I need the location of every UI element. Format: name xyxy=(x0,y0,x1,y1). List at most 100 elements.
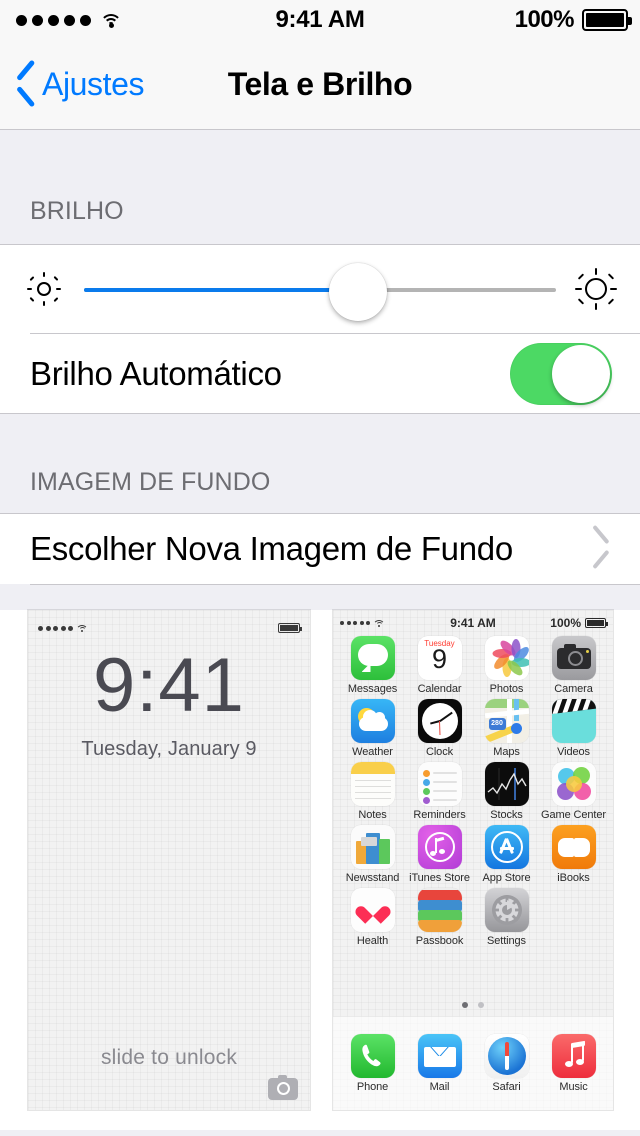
app-label: Health xyxy=(356,935,389,947)
messages-icon xyxy=(350,636,395,680)
maps-route-number: 280 xyxy=(488,718,506,730)
app-label: Calendar xyxy=(417,683,462,695)
brightness-slider[interactable] xyxy=(84,263,556,321)
lock-preview-status-bar xyxy=(28,618,310,638)
app-icon-reminders[interactable]: Reminders xyxy=(406,762,473,821)
app-icon-game-center[interactable]: Game Center xyxy=(540,762,607,821)
lock-preview-time: 9:41 xyxy=(93,643,245,728)
app-icon-ibooks[interactable]: iBooks xyxy=(540,825,607,884)
row-separator xyxy=(30,584,640,585)
game-center-icon xyxy=(551,762,596,806)
choose-new-wallpaper-row[interactable]: Escolher Nova Imagem de Fundo xyxy=(0,514,640,584)
auto-brightness-label: Brilho Automático xyxy=(30,355,282,392)
camera-icon xyxy=(551,636,596,680)
app-label: Safari xyxy=(492,1081,521,1093)
home-screen-preview[interactable]: 9:41 AM 100% Messages Tuesday 9 Calendar xyxy=(333,610,613,1110)
status-bar-right: 100% xyxy=(515,0,632,40)
slider-fill xyxy=(84,288,358,292)
app-icon-camera[interactable]: Camera xyxy=(540,636,607,695)
wifi-icon xyxy=(76,624,88,633)
videos-icon xyxy=(551,699,596,743)
itunes-store-icon xyxy=(417,825,462,869)
app-label: Settings xyxy=(487,935,526,947)
app-label: Game Center xyxy=(541,809,606,821)
dock-icon-music[interactable]: Music xyxy=(551,1034,596,1093)
page-indicator-dots[interactable] xyxy=(333,1002,613,1008)
app-icon-weather[interactable]: Weather xyxy=(339,699,406,758)
wallpaper-group: Escolher Nova Imagem de Fundo xyxy=(0,513,640,585)
home-preview-status-bar: 9:41 AM 100% xyxy=(333,615,613,631)
app-icon-stocks[interactable]: Stocks xyxy=(473,762,540,821)
app-icon-photos[interactable]: Photos xyxy=(473,636,540,695)
status-bar: 9:41 AM 100% xyxy=(0,0,640,40)
dock-icon-mail[interactable]: Mail xyxy=(417,1034,462,1093)
music-icon xyxy=(551,1034,596,1078)
weather-icon xyxy=(350,699,395,743)
newsstand-icon xyxy=(350,825,395,869)
app-icon-newsstand[interactable]: Newsstand xyxy=(339,825,406,884)
app-label: Messages xyxy=(347,683,398,695)
page-dot-active xyxy=(462,1002,468,1008)
page-dot xyxy=(478,1002,484,1008)
app-label: Stocks xyxy=(490,809,523,821)
app-label: Weather xyxy=(352,746,393,758)
app-icon-messages[interactable]: Messages xyxy=(339,636,406,695)
app-label: Photos xyxy=(489,683,524,695)
app-icon-passbook[interactable]: Passbook xyxy=(406,888,473,947)
brightness-group: Brilho Automático xyxy=(0,244,640,414)
dock-icon-safari[interactable]: Safari xyxy=(484,1034,529,1093)
app-label: Newsstand xyxy=(345,872,400,884)
dock-icon-phone[interactable]: Phone xyxy=(350,1034,395,1093)
app-icon-settings[interactable]: Settings xyxy=(473,888,540,947)
home-preview-clock: 9:41 AM xyxy=(450,616,496,630)
clock-icon xyxy=(417,699,462,743)
app-label: Music xyxy=(559,1081,588,1093)
maps-icon: 280 xyxy=(484,699,529,743)
wallpaper-section-header-label: IMAGEM DE FUNDO xyxy=(30,468,271,496)
wallpaper-section-header: IMAGEM DE FUNDO xyxy=(0,420,640,513)
app-label: iBooks xyxy=(557,872,590,884)
signal-strength-icon xyxy=(38,625,73,631)
passbook-icon xyxy=(417,888,462,932)
app-label: Passbook xyxy=(415,935,464,947)
calendar-icon: Tuesday 9 xyxy=(417,636,462,680)
app-icon-maps[interactable]: 280 Maps xyxy=(473,699,540,758)
ibooks-icon xyxy=(551,825,596,869)
app-label: Notes xyxy=(358,809,387,821)
battery-icon xyxy=(278,623,302,633)
sun-small-icon xyxy=(22,267,66,311)
app-icon-app-store[interactable]: App Store xyxy=(473,825,540,884)
app-icon-videos[interactable]: Videos xyxy=(540,699,607,758)
auto-brightness-toggle[interactable] xyxy=(510,343,612,405)
photos-icon xyxy=(484,636,529,680)
battery-icon xyxy=(582,9,632,31)
settings-icon xyxy=(484,888,529,932)
settings-display-brightness-screen: 9:41 AM 100% Ajustes Tela e Brilho BRILH… xyxy=(0,0,640,1136)
auto-brightness-row[interactable]: Brilho Automático xyxy=(0,334,640,414)
home-screen-app-grid: Messages Tuesday 9 Calendar Photos Camer… xyxy=(333,636,613,947)
app-label: Mail xyxy=(429,1081,450,1093)
lock-preview-date: Tuesday, January 9 xyxy=(81,738,257,760)
app-icon-health[interactable]: Health xyxy=(339,888,406,947)
app-icon-notes[interactable]: Notes xyxy=(339,762,406,821)
stocks-icon xyxy=(484,762,529,806)
mail-icon xyxy=(417,1034,462,1078)
battery-icon xyxy=(585,618,608,628)
app-label: Phone xyxy=(356,1081,389,1093)
chevron-right-icon xyxy=(592,532,612,566)
app-icon-itunes-store[interactable]: iTunes Store xyxy=(406,825,473,884)
camera-icon xyxy=(268,1075,298,1100)
app-label: Reminders xyxy=(413,809,466,821)
brightness-section-header-label: BRILHO xyxy=(30,197,124,225)
app-label: Camera xyxy=(554,683,593,695)
app-label: Clock xyxy=(425,746,453,758)
app-store-icon xyxy=(484,825,529,869)
slider-thumb[interactable] xyxy=(328,263,387,321)
app-icon-calendar[interactable]: Tuesday 9 Calendar xyxy=(406,636,473,695)
navigation-bar: Ajustes Tela e Brilho xyxy=(0,40,640,130)
wallpaper-previews: 9:41 Tuesday, January 9 slide to unlock … xyxy=(0,610,640,1130)
app-icon-clock[interactable]: Clock xyxy=(406,699,473,758)
lock-screen-preview[interactable]: 9:41 Tuesday, January 9 slide to unlock xyxy=(28,610,310,1110)
notes-icon xyxy=(350,762,395,806)
slide-to-unlock-label: slide to unlock xyxy=(100,1046,238,1069)
